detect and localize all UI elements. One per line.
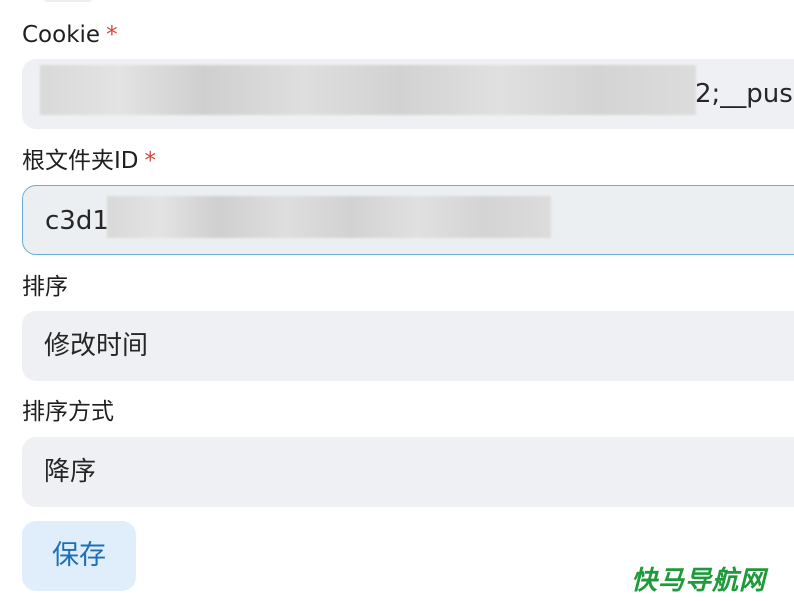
save-button[interactable]: 保存 xyxy=(22,521,136,591)
cookie-input[interactable]: 2;__pus= xyxy=(22,59,794,129)
cookie-input-value-tail: 2;__pus= xyxy=(695,79,794,109)
sort-order-select-value: 降序 xyxy=(44,457,97,487)
sort-order-select[interactable]: 降序 xyxy=(22,437,794,507)
required-marker: * xyxy=(144,148,157,174)
sort-select[interactable]: 修改时间 xyxy=(22,311,794,381)
watermark: 快马导航网 xyxy=(630,566,766,596)
redacted-region xyxy=(40,65,696,115)
sort-order-label: 排序方式 xyxy=(22,399,114,425)
sort-label: 排序 xyxy=(22,274,68,300)
root-folder-id-input-value: c3d1 xyxy=(45,206,109,236)
root-folder-id-label-text: 根文件夹ID xyxy=(22,148,139,174)
sort-select-value: 修改时间 xyxy=(44,331,149,361)
previous-control-edge xyxy=(42,0,94,2)
settings-form: Cookie* 2;__pus= 根文件夹ID* c3d1 排序 修改时间 排序… xyxy=(0,0,794,601)
cookie-label: Cookie * xyxy=(22,20,118,50)
root-folder-id-label: 根文件夹ID * xyxy=(22,146,156,176)
cookie-label-text: Cookie xyxy=(22,22,101,48)
required-marker: * xyxy=(106,22,118,48)
root-folder-id-input[interactable]: c3d1 xyxy=(22,185,794,255)
redacted-region xyxy=(107,196,551,238)
